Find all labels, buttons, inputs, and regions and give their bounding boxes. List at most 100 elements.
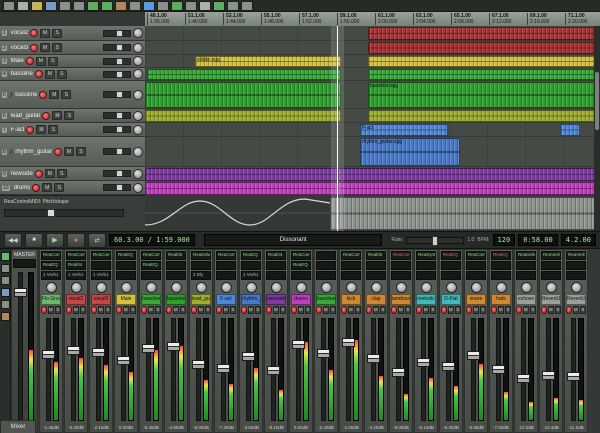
send-slot[interactable]: 2 Dly <box>191 271 211 280</box>
media-item[interactable]: F-act <box>360 124 448 136</box>
fx-slot-2[interactable] <box>391 261 411 270</box>
track-panel-row[interactable]: 8 ♪ rhythm_guitar M S <box>0 137 145 167</box>
solo-button[interactable]: S <box>255 306 261 314</box>
selection-length-display[interactable]: 4.2.00 <box>561 234 596 246</box>
record-arm-button[interactable] <box>266 306 272 314</box>
track-panel-row[interactable]: 9 newside M S <box>0 167 145 181</box>
mixer-channel-strip[interactable]: ReaVerb Reverb2 M S -11.2dB <box>564 249 588 433</box>
record-arm-button[interactable] <box>54 148 62 156</box>
media-item[interactable]: bassline.ogg <box>368 82 599 108</box>
fx-slot-1[interactable]: ReaComp <box>66 251 86 260</box>
record-arm-button[interactable] <box>35 170 43 178</box>
pan-knob[interactable] <box>146 282 157 293</box>
send-slot[interactable] <box>316 271 336 280</box>
channel-name-label[interactable]: tambouri <box>391 294 411 305</box>
track-volume-fader[interactable] <box>103 112 131 119</box>
fx-slot-1[interactable]: ReaComp <box>41 251 61 260</box>
toolbar-icon[interactable] <box>87 1 99 11</box>
record-arm-button[interactable] <box>26 57 34 65</box>
track-volume-fader[interactable] <box>103 126 131 133</box>
send-slot[interactable] <box>116 271 136 280</box>
track-panel-row[interactable]: 5 ♪ bassline M S <box>0 81 145 109</box>
fader-handle[interactable] <box>432 236 438 246</box>
solo-button[interactable]: S <box>155 306 161 314</box>
solo-button[interactable]: S <box>80 306 86 314</box>
send-slot[interactable] <box>566 271 586 280</box>
toolbar-icon[interactable] <box>45 1 57 11</box>
mixer-channel-strip[interactable]: ReaSynth melodic M S -5.10dB <box>414 249 438 433</box>
transport-position-display[interactable]: 60.3.00 / 1:59.000 <box>109 234 195 246</box>
solo-button[interactable]: S <box>330 306 336 314</box>
play-button[interactable]: ▶ <box>46 233 64 248</box>
media-item[interactable] <box>330 197 600 230</box>
fx-slot-2[interactable] <box>191 261 211 270</box>
fx-slot-1[interactable]: Real04 <box>266 251 286 260</box>
mixer-channel-strip[interactable]: ReaEQ hats M S -7.50dB <box>489 249 513 433</box>
record-arm-button[interactable] <box>366 306 372 314</box>
toolbar-icon[interactable] <box>115 1 127 11</box>
solo-button[interactable]: S <box>380 306 386 314</box>
track-volume-fader[interactable] <box>103 184 131 191</box>
fx-slot-2[interactable]: ReaEQ <box>291 261 311 270</box>
fx-slot-1[interactable]: ReaEQ <box>441 251 461 260</box>
fx-slot-1[interactable]: ReaComp <box>216 251 236 260</box>
solo-button[interactable]: S <box>52 43 62 52</box>
channel-name-label[interactable]: bassline <box>166 294 186 305</box>
channel-name-label[interactable]: Reverb2 <box>566 294 586 305</box>
pan-knob[interactable] <box>571 282 582 293</box>
mute-button[interactable]: M <box>40 43 50 52</box>
solo-button[interactable]: S <box>505 306 511 314</box>
fx-slot-1[interactable]: ReaComp <box>291 251 311 260</box>
track-pan-knob[interactable] <box>133 183 143 193</box>
pan-knob[interactable] <box>496 282 507 293</box>
mute-button[interactable]: M <box>48 306 54 314</box>
pan-knob[interactable] <box>96 282 107 293</box>
mute-button[interactable]: M <box>45 169 55 178</box>
channel-volume-fader[interactable] <box>517 374 530 383</box>
toolbar-icon[interactable] <box>31 1 43 11</box>
send-slot[interactable] <box>466 271 486 280</box>
channel-volume-fader[interactable] <box>167 342 180 351</box>
fx-slot-2[interactable]: ReaEQ <box>41 261 61 270</box>
track-name[interactable]: vocal2 <box>11 30 28 36</box>
track-name[interactable]: F-act <box>11 127 25 133</box>
channel-volume-fader[interactable] <box>367 354 380 363</box>
send-slot[interactable] <box>516 271 536 280</box>
record-arm-button[interactable] <box>191 306 197 314</box>
mute-button[interactable]: M <box>573 306 579 314</box>
solo-button[interactable]: S <box>530 306 536 314</box>
media-item[interactable] <box>145 168 600 181</box>
master-volume-fader[interactable] <box>14 288 27 297</box>
mixer-channel-strip[interactable]: ReaDelay 2 Dly lead_guit M S -6.00dB <box>189 249 213 433</box>
channel-volume-fader[interactable] <box>217 364 230 373</box>
channel-volume-fader[interactable] <box>267 366 280 375</box>
mixer-channel-strip[interactable]: ReaComp snare M S -3.90dB <box>464 249 488 433</box>
selection-start-display[interactable]: 0:58.00 <box>518 234 558 246</box>
channel-name-label[interactable]: lead_guit <box>191 294 211 305</box>
fx-slot-2[interactable] <box>516 261 536 270</box>
send-slot[interactable] <box>341 271 361 280</box>
channel-name-label[interactable]: newside <box>266 294 286 305</box>
track-pan-knob[interactable] <box>133 169 143 179</box>
channel-name-label[interactable]: snare <box>466 294 486 305</box>
pan-knob[interactable] <box>346 282 357 293</box>
record-arm-button[interactable] <box>291 306 297 314</box>
fx-slot-1[interactable]: ReaEQ <box>116 251 136 260</box>
bpm-value[interactable]: 120 <box>493 234 516 246</box>
pan-knob[interactable] <box>471 282 482 293</box>
track-volume-fader[interactable] <box>103 91 131 98</box>
media-item[interactable] <box>145 110 341 122</box>
solo-button[interactable]: S <box>580 306 586 314</box>
track-pan-knob[interactable] <box>133 90 143 100</box>
arrange-view[interactable]: vildde.ogg bassline.ogg <box>145 26 600 231</box>
toolbar-icon[interactable] <box>157 1 169 11</box>
fx-slot-1[interactable]: Real05 <box>166 251 186 260</box>
fx-slot-1[interactable]: ReaEQ <box>491 251 511 260</box>
toolbar-icon[interactable] <box>129 1 141 11</box>
mixer-channel-strip[interactable]: ReaDelay echoes M S -12.0dB <box>514 249 538 433</box>
record-arm-button[interactable] <box>66 306 72 314</box>
envelope-value-slider[interactable] <box>4 209 124 217</box>
send-slot[interactable] <box>291 271 311 280</box>
toolbar-icon[interactable] <box>171 1 183 11</box>
channel-volume-fader[interactable] <box>92 348 105 357</box>
